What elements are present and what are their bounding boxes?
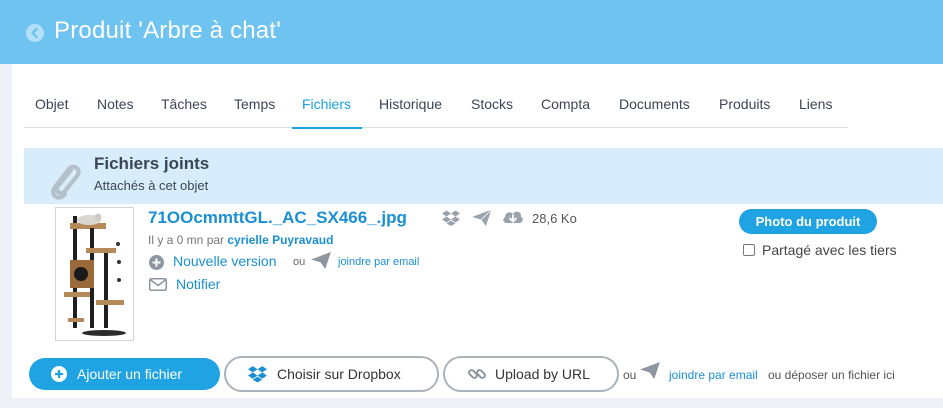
add-file-label: Ajouter un fichier: [77, 366, 183, 382]
dropbox-icon[interactable]: [442, 210, 460, 226]
uploader-link[interactable]: cyrielle Puyravaud: [227, 233, 333, 247]
tab-taches[interactable]: Tâches: [161, 88, 207, 128]
send-icon[interactable]: [640, 362, 660, 379]
share-label: Partagé avec les tiers: [762, 242, 897, 258]
link-icon: [468, 369, 486, 379]
file-thumbnail[interactable]: [55, 207, 134, 341]
tab-temps[interactable]: Temps: [234, 88, 275, 128]
paperclip-icon: [51, 164, 81, 200]
dropbox-icon: [248, 366, 267, 383]
tab-bar: Objet Notes Tâches Temps Fichiers Histor…: [24, 88, 848, 129]
upload-info: Il y a 0 mn par cyrielle Puyravaud: [148, 233, 333, 247]
tab-stocks[interactable]: Stocks: [471, 88, 513, 128]
tab-compta[interactable]: Compta: [541, 88, 590, 128]
file-size: 28,6 Ko: [532, 211, 577, 226]
tab-produits[interactable]: Produits: [719, 88, 770, 128]
section-title: Fichiers joints: [94, 154, 210, 173]
upload-by-url-button[interactable]: Upload by URL: [443, 356, 619, 392]
section-subtitle: Attachés à cet objet: [94, 178, 209, 193]
upload-time-text: Il y a 0 mn par: [148, 233, 225, 247]
back-button[interactable]: [26, 24, 44, 42]
new-version-link[interactable]: Nouvelle version: [173, 253, 277, 269]
send-icon[interactable]: [471, 209, 492, 227]
cat-tree-image: [56, 208, 133, 340]
main-card: Objet Notes Tâches Temps Fichiers Histor…: [12, 64, 943, 398]
drop-zone-hint: ou déposer un fichier ici: [768, 368, 895, 382]
tab-objet[interactable]: Objet: [35, 88, 68, 128]
tab-notes[interactable]: Notes: [97, 88, 134, 128]
tab-fichiers[interactable]: Fichiers: [291, 88, 363, 129]
send-icon[interactable]: [311, 252, 331, 269]
envelope-icon[interactable]: [149, 278, 167, 291]
chevron-left-icon: [31, 27, 38, 39]
join-by-email-link[interactable]: joindre par email: [669, 368, 758, 382]
join-by-email-link[interactable]: joindre par email: [338, 256, 419, 268]
app-header: Produit 'Arbre à chat': [0, 0, 943, 64]
page-title: Produit 'Arbre à chat': [54, 17, 282, 44]
share-with-third-parties-checkbox[interactable]: [743, 244, 755, 256]
plus-circle-icon[interactable]: [149, 255, 164, 270]
upload-url-label: Upload by URL: [495, 366, 590, 382]
or-text: ou: [293, 256, 306, 268]
tab-liens[interactable]: Liens: [799, 88, 832, 128]
dropbox-label: Choisir sur Dropbox: [277, 366, 401, 382]
tab-documents[interactable]: Documents: [619, 88, 690, 128]
attachments-section-header: Fichiers joints Attachés à cet objet: [24, 148, 943, 204]
notify-link[interactable]: Notifier: [176, 276, 220, 292]
or-text: ou: [623, 368, 637, 382]
file-name-link[interactable]: 71OOcmmttGL._AC_SX466_.jpg: [148, 208, 407, 228]
product-photo-badge[interactable]: Photo du produit: [739, 209, 877, 234]
add-file-button[interactable]: Ajouter un fichier: [29, 358, 220, 390]
cloud-download-icon[interactable]: [502, 209, 524, 225]
plus-circle-icon: [51, 366, 67, 382]
tab-historique[interactable]: Historique: [379, 88, 442, 128]
choose-dropbox-button[interactable]: Choisir sur Dropbox: [224, 356, 439, 392]
